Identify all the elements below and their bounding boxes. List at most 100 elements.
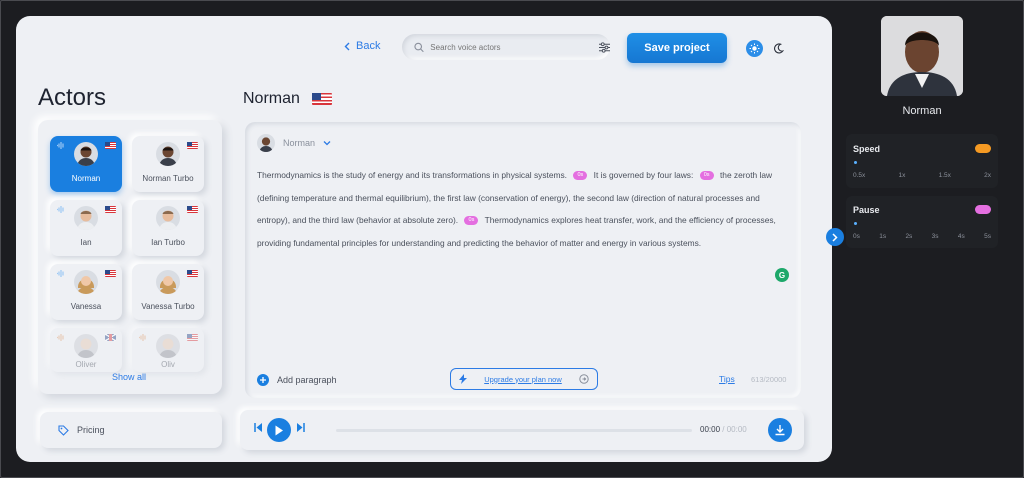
text-segment: It is governed by four laws: bbox=[593, 170, 694, 180]
speed-control[interactable]: Speed 0.5x 1x 1.5x 2x bbox=[846, 134, 998, 188]
total-time: / 00:00 bbox=[722, 425, 747, 434]
actor-card-norman[interactable]: Norman bbox=[50, 136, 122, 192]
pause-tick: 1s bbox=[879, 233, 887, 240]
actor-name: Ian bbox=[80, 238, 92, 247]
editor-card: Back Save project Actors Norman Norman N… bbox=[16, 16, 832, 462]
us-flag-icon bbox=[105, 206, 116, 213]
pause-tag[interactable]: 0s bbox=[699, 171, 714, 181]
actor-portrait bbox=[881, 16, 963, 96]
light-theme-toggle[interactable] bbox=[746, 40, 763, 57]
actor-avatar bbox=[156, 142, 180, 166]
play-icon bbox=[275, 425, 283, 435]
voice-wave-icon bbox=[57, 270, 64, 277]
tag-icon bbox=[58, 424, 69, 436]
pricing-label: Pricing bbox=[77, 425, 105, 435]
show-all-link[interactable]: Show all bbox=[112, 372, 146, 382]
actor-card-norman-turbo[interactable]: Norman Turbo bbox=[132, 136, 204, 192]
actors-panel: Norman Norman Turbo Ian Ian Turbo Vaness… bbox=[38, 120, 222, 394]
voice-selector[interactable]: Norman bbox=[257, 134, 331, 152]
pause-tick: 3s bbox=[931, 233, 939, 240]
pause-toggle[interactable] bbox=[975, 205, 991, 214]
lightning-icon bbox=[459, 374, 467, 384]
side-actor-name: Norman bbox=[902, 105, 942, 117]
tips-link[interactable]: Tips bbox=[719, 374, 735, 384]
us-flag-icon bbox=[187, 334, 198, 341]
actor-card-oliver[interactable]: Oliver bbox=[50, 328, 122, 372]
back-button[interactable]: Back bbox=[344, 40, 380, 52]
play-button[interactable] bbox=[267, 418, 291, 442]
voice-avatar bbox=[257, 134, 275, 152]
actor-name: Norman Turbo bbox=[142, 174, 194, 183]
actors-title: Actors bbox=[38, 84, 107, 111]
current-time: 00:00 bbox=[700, 425, 721, 434]
actor-card-vanessa[interactable]: Vanessa bbox=[50, 264, 122, 320]
actor-name: Ian Turbo bbox=[151, 238, 185, 247]
actor-avatar bbox=[156, 270, 180, 294]
progress-track[interactable] bbox=[336, 429, 692, 432]
arrow-circle-icon bbox=[579, 374, 589, 384]
actor-avatar bbox=[74, 206, 98, 230]
voice-wave-icon bbox=[57, 142, 64, 149]
speed-title: Speed bbox=[853, 144, 881, 154]
add-paragraph-label: Add paragraph bbox=[277, 375, 337, 385]
us-flag-icon bbox=[187, 270, 198, 277]
search-icon bbox=[414, 42, 424, 52]
chevron-left-icon bbox=[344, 42, 350, 50]
pause-tick: 2s bbox=[905, 233, 913, 240]
text-editor[interactable]: Norman Thermodynamics is the study of en… bbox=[245, 122, 801, 398]
actor-avatar bbox=[156, 334, 180, 358]
speed-toggle[interactable] bbox=[975, 144, 991, 153]
pause-scale: 0s 1s 2s 3s 4s 5s bbox=[853, 233, 991, 240]
speed-tick: 0.5x bbox=[853, 172, 866, 179]
dark-theme-toggle[interactable] bbox=[770, 40, 787, 57]
download-icon bbox=[775, 425, 785, 436]
voice-wave-icon bbox=[57, 206, 64, 213]
us-flag-icon bbox=[105, 142, 116, 149]
save-project-button[interactable]: Save project bbox=[627, 33, 727, 63]
moon-icon bbox=[774, 43, 784, 54]
search-bar bbox=[402, 34, 610, 60]
speed-scale: 0.5x 1x 1.5x 2x bbox=[853, 172, 991, 179]
character-counter: 613/20000 bbox=[751, 375, 787, 384]
actor-avatar bbox=[156, 206, 180, 230]
actor-card-ian[interactable]: Ian bbox=[50, 200, 122, 256]
playback-time: 00:00 / 00:00 bbox=[700, 425, 747, 434]
voice-name: Norman bbox=[283, 138, 316, 148]
speed-tick: 1.5x bbox=[938, 172, 951, 179]
add-paragraph-button[interactable]: Add paragraph bbox=[257, 374, 337, 386]
pause-slider-thumb[interactable] bbox=[854, 222, 857, 225]
audio-player: 00:00 / 00:00 bbox=[240, 410, 804, 450]
paragraph-text[interactable]: Thermodynamics is the study of energy an… bbox=[257, 164, 791, 254]
pause-tag[interactable]: 0s bbox=[573, 171, 588, 181]
text-segment: Thermodynamics is the study of energy an… bbox=[257, 170, 568, 180]
current-actor-name: Norman bbox=[243, 90, 300, 107]
chevron-right-icon bbox=[832, 232, 838, 242]
actor-card-vanessa-turbo[interactable]: Vanessa Turbo bbox=[132, 264, 204, 320]
skip-forward-icon[interactable] bbox=[296, 423, 305, 432]
pause-control[interactable]: Pause 0s 1s 2s 3s 4s 5s bbox=[846, 196, 998, 248]
upgrade-plan-button[interactable]: Upgrade your plan now bbox=[450, 368, 598, 390]
chevron-down-icon bbox=[323, 141, 331, 146]
actor-card-oliv[interactable]: Oliv bbox=[132, 328, 204, 372]
actor-avatar bbox=[74, 334, 98, 358]
collapse-panel-button[interactable] bbox=[826, 228, 844, 246]
us-flag-icon bbox=[105, 270, 116, 277]
pricing-button[interactable]: Pricing bbox=[40, 412, 222, 448]
back-label: Back bbox=[356, 40, 381, 52]
skip-back-icon[interactable] bbox=[254, 423, 263, 432]
pause-tick: 0s bbox=[853, 233, 860, 240]
search-input[interactable] bbox=[428, 41, 573, 53]
voice-wave-icon bbox=[57, 334, 64, 341]
speed-tick: 1x bbox=[898, 172, 906, 179]
speed-slider-thumb[interactable] bbox=[854, 161, 857, 164]
pause-tag[interactable]: 0s bbox=[464, 216, 479, 226]
actor-avatar bbox=[74, 142, 98, 166]
grammar-check-icon[interactable]: G bbox=[775, 268, 789, 282]
download-button[interactable] bbox=[768, 418, 792, 442]
filter-icon[interactable] bbox=[598, 41, 610, 53]
voice-wave-icon bbox=[139, 334, 146, 341]
actor-name: Oliv bbox=[161, 360, 175, 369]
actor-name: Vanessa Turbo bbox=[141, 302, 195, 311]
actor-card-ian-turbo[interactable]: Ian Turbo bbox=[132, 200, 204, 256]
pause-tick: 4s bbox=[957, 233, 965, 240]
